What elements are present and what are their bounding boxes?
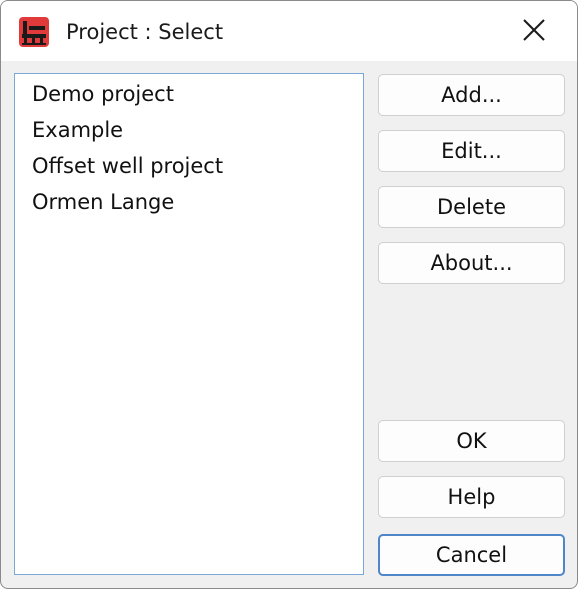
title-bar[interactable]: Project : Select	[1, 1, 577, 61]
window-title: Project : Select	[66, 20, 224, 44]
list-item[interactable]: Ormen Lange	[32, 185, 174, 219]
ok-button[interactable]: OK	[378, 420, 565, 462]
add-button[interactable]: Add...	[378, 74, 565, 116]
help-button[interactable]: Help	[378, 476, 565, 518]
list-item[interactable]: Offset well project	[32, 149, 223, 183]
about-button[interactable]: About...	[378, 242, 565, 284]
project-list[interactable]: Demo project Example Offset well project…	[14, 73, 364, 575]
list-item[interactable]: Demo project	[32, 77, 174, 111]
edit-button[interactable]: Edit...	[378, 130, 565, 172]
close-button[interactable]	[505, 11, 563, 53]
close-icon	[522, 18, 546, 46]
delete-button[interactable]: Delete	[378, 186, 565, 228]
project-select-dialog: Project : Select Demo project Example Of…	[0, 0, 578, 589]
oil-rig-app-icon	[19, 17, 49, 47]
list-item[interactable]: Example	[32, 113, 123, 147]
cancel-button[interactable]: Cancel	[378, 534, 565, 576]
